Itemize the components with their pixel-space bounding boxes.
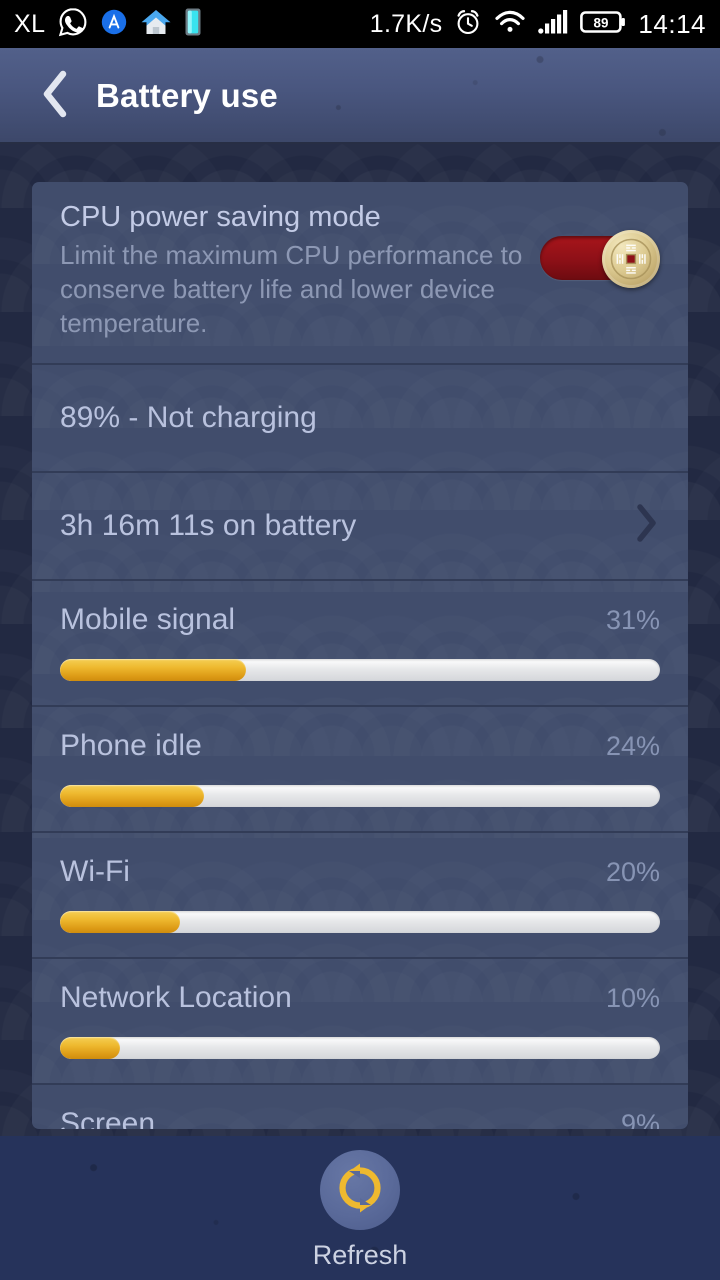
page-title: Battery use bbox=[96, 77, 278, 114]
usage-bar-track bbox=[60, 784, 660, 807]
uptime-label: 3h 16m 11s on battery bbox=[60, 508, 357, 542]
battery-icon: 89 bbox=[580, 9, 626, 40]
wifi-icon bbox=[494, 9, 526, 40]
refresh-icon bbox=[333, 1161, 387, 1220]
home-icon bbox=[140, 7, 172, 42]
whatsapp-icon bbox=[58, 7, 88, 42]
usage-head: Wi-Fi 20% bbox=[60, 855, 660, 889]
network-speed-label: 1.7K/s bbox=[369, 9, 443, 38]
coin-knob-icon bbox=[602, 230, 660, 288]
usage-percent: 20% bbox=[605, 856, 660, 887]
uptime-row[interactable]: 3h 16m 11s on battery bbox=[32, 473, 688, 581]
carrier-label: XL bbox=[14, 9, 46, 38]
usage-head: Network Location 10% bbox=[60, 981, 660, 1015]
usage-row-screen[interactable]: Screen 9% bbox=[32, 1085, 688, 1129]
cpu-power-saving-toggle[interactable] bbox=[540, 230, 660, 288]
cpu-power-saving-description: Limit the maximum CPU performance to con… bbox=[60, 240, 523, 338]
circled-a-icon bbox=[100, 8, 128, 41]
status-bar-right: 1.7K/s 89 14:14 bbox=[370, 8, 706, 41]
usage-row-phone-idle[interactable]: Phone idle 24% bbox=[32, 707, 688, 833]
bottom-bar: Refresh bbox=[0, 1136, 720, 1280]
usage-row-mobile-signal[interactable]: Mobile signal 31% bbox=[32, 581, 688, 707]
usage-percent: 24% bbox=[605, 730, 660, 761]
usage-percent: 31% bbox=[605, 604, 660, 635]
cpu-power-saving-title: CPU power saving mode bbox=[60, 201, 381, 233]
cpu-power-saving-text: CPU power saving mode Limit the maximum … bbox=[60, 198, 540, 341]
status-bar-left: XL bbox=[14, 7, 202, 42]
device-battery-icon bbox=[184, 7, 202, 42]
battery-use-screen: XL 1.7K/s 89 14:14 Battery use CPU power… bbox=[0, 0, 720, 1280]
usage-bar-fill bbox=[60, 910, 180, 933]
refresh-button[interactable] bbox=[320, 1150, 400, 1230]
app-header: Battery use bbox=[0, 48, 720, 144]
usage-bar-fill bbox=[60, 658, 246, 681]
usage-head: Mobile signal 31% bbox=[60, 603, 660, 637]
chevron-right-icon bbox=[632, 501, 660, 550]
usage-row-network-location[interactable]: Network Location 10% bbox=[32, 959, 688, 1085]
usage-name: Mobile signal bbox=[60, 602, 236, 636]
battery-status-row: 89% - Not charging bbox=[32, 365, 688, 473]
usage-bar-track bbox=[60, 910, 660, 933]
usage-bar-fill bbox=[60, 1036, 120, 1059]
usage-name: Wi-Fi bbox=[60, 854, 130, 888]
usage-head: Phone idle 24% bbox=[60, 729, 660, 763]
battery-level-text: 89 bbox=[594, 15, 609, 30]
alarm-clock-icon bbox=[454, 8, 482, 41]
cpu-power-saving-row[interactable]: CPU power saving mode Limit the maximum … bbox=[32, 182, 688, 365]
chevron-left-icon bbox=[38, 68, 72, 125]
usage-percent: 10% bbox=[605, 982, 660, 1013]
usage-row-wifi[interactable]: Wi-Fi 20% bbox=[32, 833, 688, 959]
signal-bars-icon bbox=[538, 9, 568, 40]
clock-label: 14:14 bbox=[638, 8, 706, 39]
refresh-label: Refresh bbox=[312, 1240, 408, 1270]
usage-percent: 9% bbox=[620, 1108, 660, 1129]
usage-bar-track bbox=[60, 658, 660, 681]
settings-card: CPU power saving mode Limit the maximum … bbox=[32, 182, 688, 1129]
usage-bar-fill bbox=[60, 784, 204, 807]
usage-name: Screen bbox=[60, 1106, 156, 1129]
usage-name: Phone idle bbox=[60, 728, 202, 762]
usage-bar-track bbox=[60, 1036, 660, 1059]
usage-head: Screen 9% bbox=[60, 1107, 660, 1129]
back-button[interactable] bbox=[28, 60, 82, 132]
battery-status-label: 89% - Not charging bbox=[60, 400, 317, 434]
usage-name: Network Location bbox=[60, 980, 292, 1014]
status-bar: XL 1.7K/s 89 14:14 bbox=[0, 0, 720, 48]
